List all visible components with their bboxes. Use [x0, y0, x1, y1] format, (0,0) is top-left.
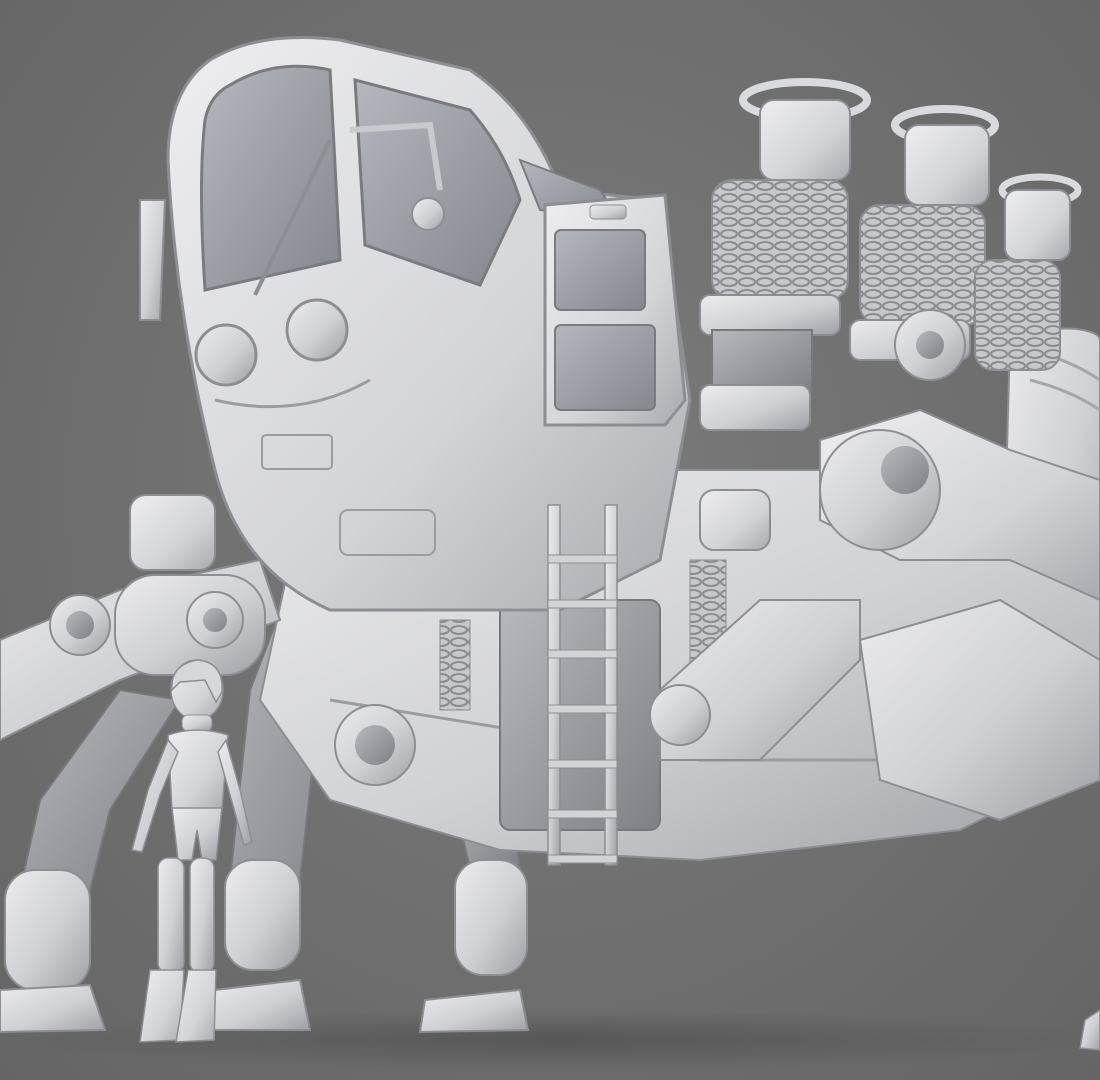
- rear-foot-right: [1079, 1009, 1100, 1051]
- cockpit-door: [543, 193, 687, 427]
- mech-render: [0, 36, 1100, 1070]
- headlight-right: [285, 298, 349, 362]
- engine-cylinder: [699, 78, 871, 431]
- cockpit-window: [200, 64, 342, 292]
- render-scene: [0, 0, 1100, 1080]
- headlight-left: [194, 323, 258, 387]
